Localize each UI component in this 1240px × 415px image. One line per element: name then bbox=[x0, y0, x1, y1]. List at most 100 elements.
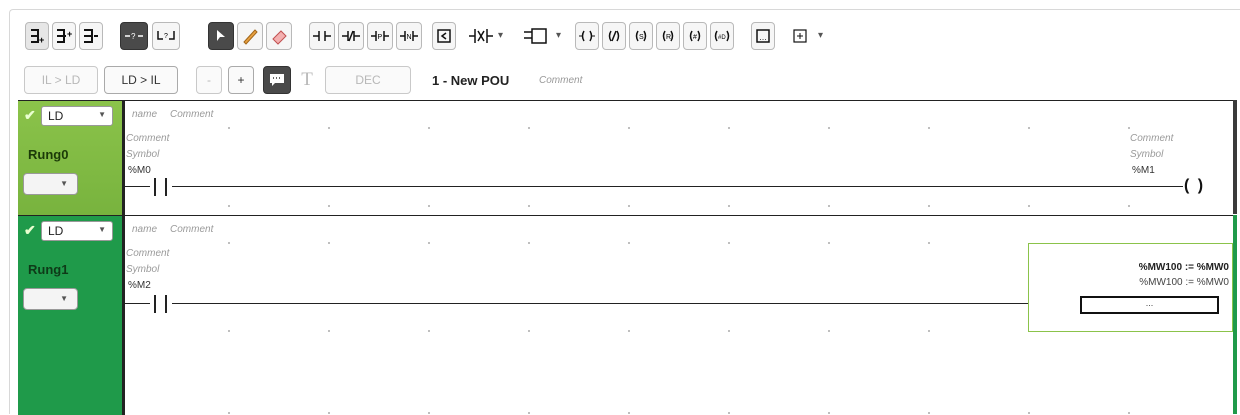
insert-rung-below-icon: + bbox=[57, 29, 72, 43]
contact-comment[interactable]: Comment bbox=[126, 133, 169, 144]
no-contact[interactable] bbox=[150, 295, 172, 313]
rung-0-sidebar: ✔ LD ▼ Rung0 ▼ bbox=[18, 101, 122, 215]
output-coil[interactable]: ( ) bbox=[1184, 177, 1205, 195]
set-coil-button[interactable]: S bbox=[629, 22, 653, 50]
rung-1-header-name[interactable]: name bbox=[132, 224, 157, 235]
operation-block-button[interactable]: … bbox=[751, 22, 775, 50]
operation-subtitle[interactable]: %MW100 := %MW0 bbox=[1139, 277, 1229, 288]
left-power-rail bbox=[122, 216, 125, 415]
reset-coil-icon: R bbox=[662, 30, 674, 42]
rung-0[interactable]: ✔ LD ▼ Rung0 ▼ name Comment Comment Symbo… bbox=[18, 100, 1237, 215]
zoom-in-button[interactable]: + bbox=[228, 66, 254, 94]
contact-tool-icon: ? bbox=[125, 32, 143, 41]
comments-toggle-button[interactable] bbox=[263, 66, 291, 94]
positive-edge-contact-button[interactable]: P bbox=[367, 22, 393, 50]
delete-rung-button[interactable] bbox=[79, 22, 103, 50]
operation-title[interactable]: %MW100 := %MW0 bbox=[1139, 262, 1229, 273]
coil-address[interactable]: %M1 bbox=[1132, 165, 1155, 176]
branch-tool-icon: ? bbox=[157, 31, 175, 40]
cursor-icon bbox=[217, 30, 225, 41]
negated-coil-button[interactable] bbox=[602, 22, 626, 50]
rung-1[interactable]: ✔ LD ▼ Rung1 ▼ name Comment Comment Symbo… bbox=[18, 215, 1237, 415]
nc-contact-icon bbox=[342, 30, 360, 42]
branch-tool-button[interactable]: ? bbox=[152, 22, 180, 50]
contact-comment[interactable]: Comment bbox=[126, 248, 169, 259]
rung-0-option-select[interactable]: ▼ bbox=[23, 173, 78, 195]
rung-1-language-select[interactable]: LD ▼ bbox=[41, 221, 113, 241]
pou-comment[interactable]: Comment bbox=[539, 75, 582, 86]
rung-1-header-comment[interactable]: Comment bbox=[170, 224, 213, 235]
negated-coil-icon bbox=[608, 30, 620, 42]
rung-wire bbox=[125, 186, 1183, 187]
right-power-rail bbox=[1233, 215, 1237, 414]
operation-block-icon: … bbox=[756, 29, 770, 43]
check-icon[interactable]: ✔ bbox=[24, 108, 38, 122]
svg-text:N: N bbox=[407, 34, 412, 41]
svg-text:+: + bbox=[67, 29, 72, 39]
svg-text:?: ? bbox=[131, 32, 136, 41]
nc-contact-button[interactable] bbox=[338, 22, 364, 50]
rung-0-language-select[interactable]: LD ▼ bbox=[41, 106, 113, 126]
chevron-down-icon: ▼ bbox=[60, 294, 68, 303]
select-tool-button[interactable] bbox=[208, 22, 234, 50]
parallel-contact-button[interactable] bbox=[468, 26, 494, 51]
coil-icon bbox=[579, 30, 595, 42]
zoom-out-button[interactable]: - bbox=[196, 66, 222, 94]
parallel-contact-icon bbox=[469, 29, 493, 43]
left-power-rail bbox=[122, 101, 125, 215]
dec-button[interactable]: DEC bbox=[325, 66, 411, 94]
rung-1-name: Rung1 bbox=[28, 262, 69, 277]
function-block-dropdown-icon[interactable]: ▾ bbox=[556, 30, 561, 41]
pencil-icon bbox=[243, 29, 258, 45]
hash-d-coil-button[interactable]: #D bbox=[710, 22, 734, 50]
compare-block-button[interactable] bbox=[432, 22, 456, 50]
insert-rung-above-button[interactable]: + bbox=[25, 22, 49, 50]
hash-coil-button[interactable]: # bbox=[683, 22, 707, 50]
reset-coil-button[interactable]: R bbox=[656, 22, 680, 50]
svg-text:P: P bbox=[378, 34, 383, 41]
hash-d-coil-icon: #D bbox=[714, 30, 730, 42]
rung-0-name: Rung0 bbox=[28, 147, 69, 162]
svg-text:+: + bbox=[39, 35, 44, 45]
right-power-rail bbox=[1233, 100, 1237, 214]
svg-text:#: # bbox=[693, 34, 697, 41]
text-tool-button[interactable]: T bbox=[296, 66, 318, 94]
more-elements-dropdown-icon[interactable]: ▾ bbox=[818, 30, 823, 41]
contact-address[interactable]: %M2 bbox=[128, 280, 151, 291]
operation-block[interactable]: ... bbox=[1080, 296, 1219, 314]
no-contact-button[interactable] bbox=[309, 22, 335, 50]
no-contact[interactable] bbox=[150, 178, 172, 196]
contact-tool-button[interactable]: ? bbox=[120, 22, 148, 50]
chevron-down-icon: ▼ bbox=[98, 110, 106, 119]
ld-to-il-button[interactable]: LD > IL bbox=[104, 66, 178, 94]
contact-symbol[interactable]: Symbol bbox=[126, 264, 159, 275]
rung-1-sidebar: ✔ LD ▼ Rung1 ▼ bbox=[18, 216, 122, 415]
coil-comment[interactable]: Comment bbox=[1130, 133, 1173, 144]
coil-symbol[interactable]: Symbol bbox=[1130, 149, 1163, 160]
no-contact-icon bbox=[313, 31, 331, 41]
contact-symbol[interactable]: Symbol bbox=[126, 149, 159, 160]
chevron-down-icon: ▼ bbox=[98, 225, 106, 234]
insert-rung-below-button[interactable]: + bbox=[52, 22, 76, 50]
negative-edge-icon: N bbox=[400, 31, 418, 41]
pencil-tool-button[interactable] bbox=[237, 22, 263, 50]
svg-text:…: … bbox=[759, 33, 767, 42]
parallel-contact-dropdown-icon[interactable]: ▾ bbox=[498, 30, 503, 41]
rung-0-header-name[interactable]: name bbox=[132, 109, 157, 120]
insert-rung-above-icon: + bbox=[31, 29, 44, 45]
check-icon[interactable]: ✔ bbox=[24, 223, 38, 237]
eraser-tool-button[interactable] bbox=[266, 22, 292, 50]
rung-0-header-comment[interactable]: Comment bbox=[170, 109, 213, 120]
rung-1-option-select[interactable]: ▼ bbox=[23, 288, 78, 310]
coil-button[interactable] bbox=[575, 22, 599, 50]
more-elements-button[interactable] bbox=[788, 22, 812, 50]
contact-address[interactable]: %M0 bbox=[128, 165, 151, 176]
set-coil-icon: S bbox=[635, 30, 647, 42]
negative-edge-contact-button[interactable]: N bbox=[396, 22, 422, 50]
svg-text:R: R bbox=[666, 34, 671, 41]
function-block-icon bbox=[524, 28, 547, 44]
positive-edge-icon: P bbox=[371, 31, 389, 41]
il-to-ld-button[interactable]: IL > LD bbox=[24, 66, 98, 94]
function-block-button[interactable] bbox=[523, 26, 553, 51]
hash-coil-icon: # bbox=[689, 30, 701, 42]
